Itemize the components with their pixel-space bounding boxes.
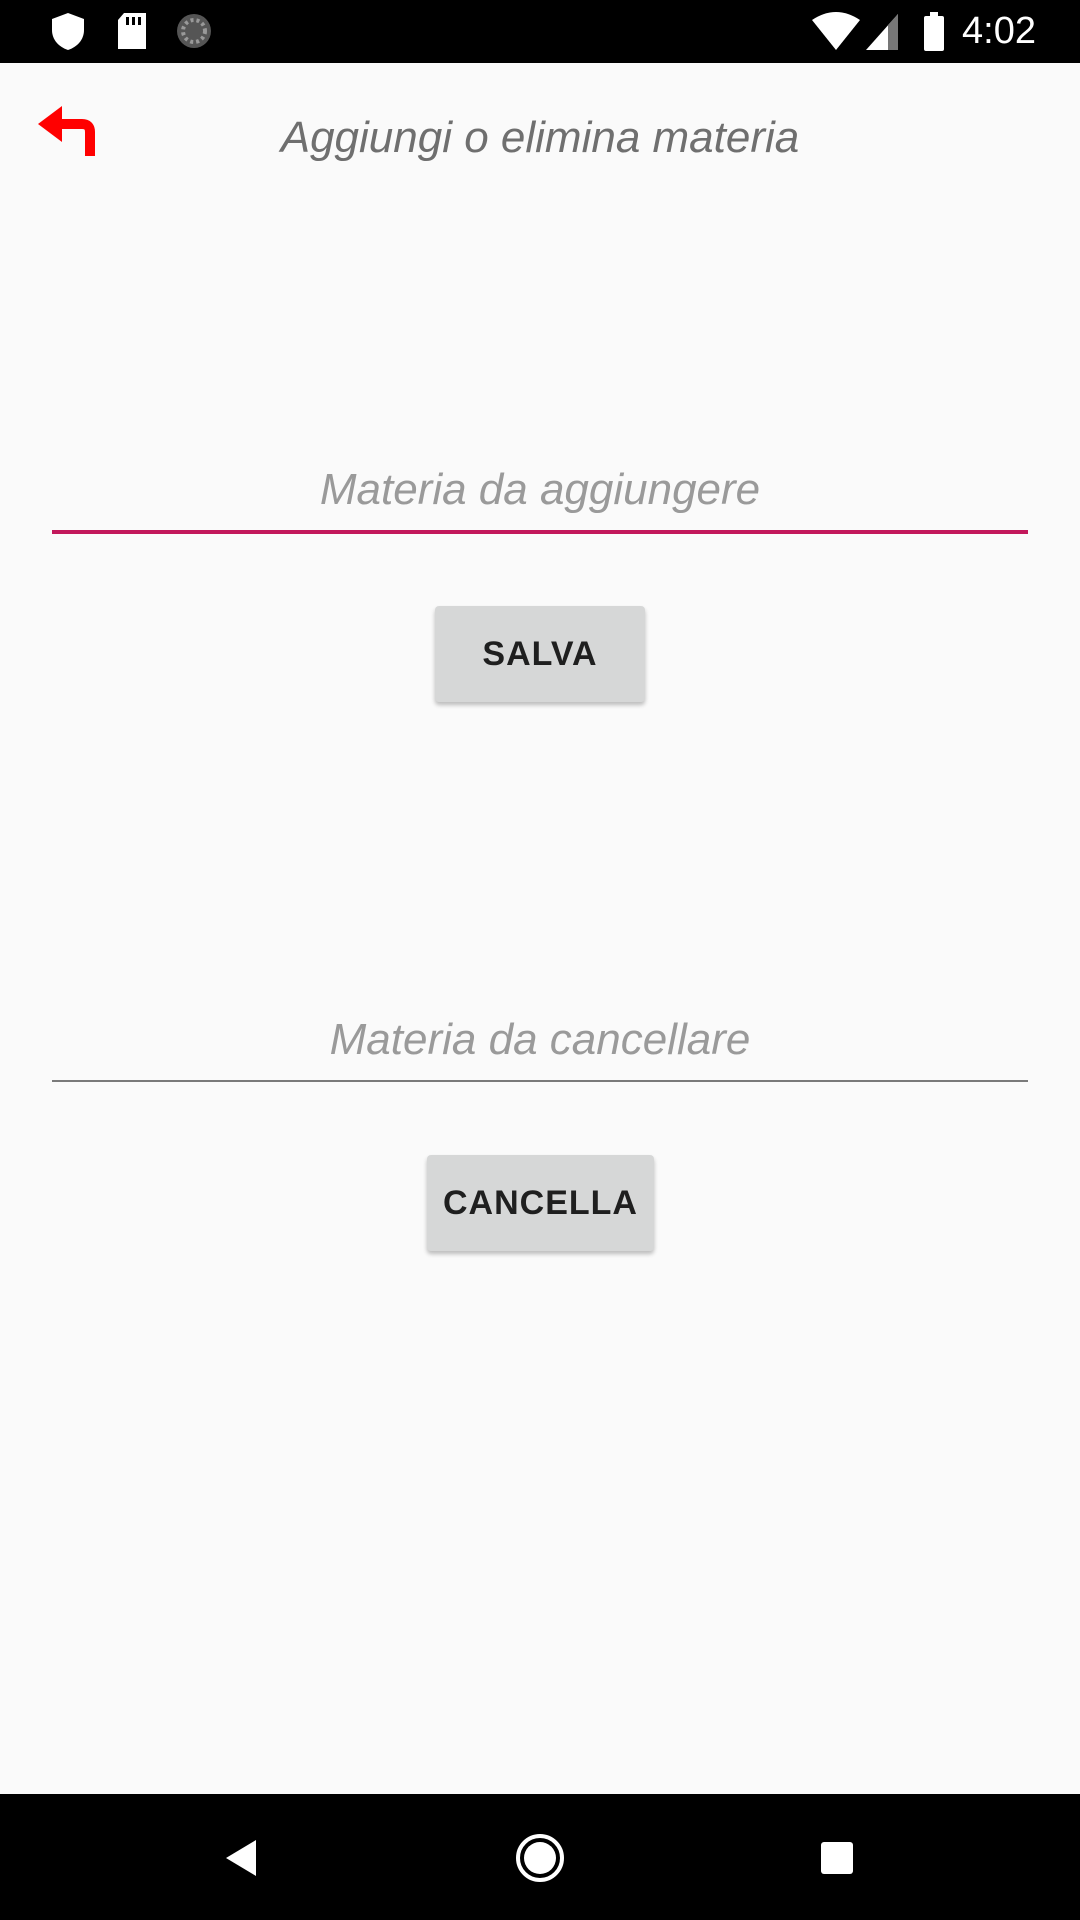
add-subject-input[interactable] <box>52 450 1028 534</box>
back-arrow-icon <box>38 106 95 156</box>
battery-icon <box>924 12 944 51</box>
sd-card-icon <box>118 13 146 49</box>
home-circle-icon[interactable] <box>508 1826 572 1890</box>
signal-icon <box>866 14 898 50</box>
back-triangle-icon[interactable] <box>210 1826 274 1890</box>
delete-button[interactable]: CANCELLA <box>427 1155 654 1251</box>
shield-icon <box>52 13 84 50</box>
status-time: 4:02 <box>962 10 1036 52</box>
sync-icon <box>177 14 211 48</box>
navigation-bar <box>0 1794 1080 1920</box>
wifi-icon <box>812 12 860 50</box>
save-button[interactable]: SALVA <box>435 606 645 702</box>
delete-subject-input[interactable] <box>52 1000 1028 1082</box>
status-bar: 4:02 <box>0 0 1080 63</box>
recents-square-icon[interactable] <box>805 1826 869 1890</box>
back-button[interactable] <box>34 100 104 162</box>
page-title: Aggiungi o elimina materia <box>280 113 800 162</box>
